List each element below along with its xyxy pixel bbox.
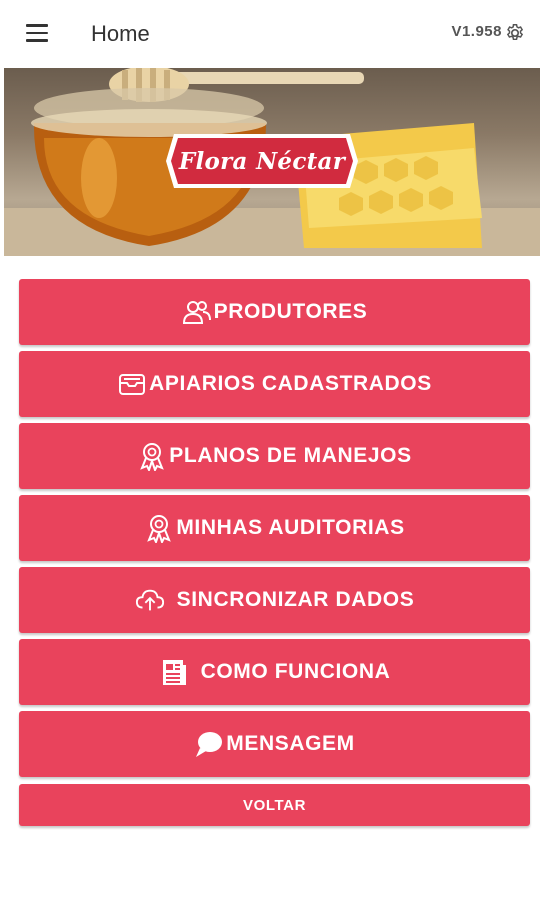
produtores-label: PRODUTORES — [213, 300, 368, 323]
version-label: V1.958 — [451, 23, 502, 40]
apiarios-cadastrados-label: APIARIOS CADASTRADOS — [149, 372, 432, 395]
como-funciona-button[interactable]: COMO FUNCIONA — [19, 639, 530, 705]
como-funciona-label: COMO FUNCIONA — [200, 660, 391, 683]
produtores-button[interactable]: PRODUTORES — [19, 279, 530, 345]
award-ribbon-icon — [144, 513, 174, 543]
mensagem-label: MENSAGEM — [226, 732, 355, 755]
logo-text: Flora Néctar — [178, 147, 346, 175]
minhas-auditorias-label: MINHAS AUDITORIAS — [176, 516, 405, 539]
planos-de-manejos-button[interactable]: PLANOS DE MANEJOS — [19, 423, 530, 489]
award-ribbon-icon — [137, 441, 167, 471]
people-icon — [182, 297, 212, 327]
chat-bubble-icon — [194, 729, 224, 759]
minhas-auditorias-button[interactable]: MINHAS AUDITORIAS — [19, 495, 530, 561]
voltar-label: VOLTAR — [242, 796, 307, 814]
mensagem-button[interactable]: MENSAGEM — [19, 711, 530, 777]
flora-nectar-logo: Flora Néctar — [164, 130, 360, 192]
document-icon — [159, 657, 189, 687]
honey-banner-image: Flora Néctar — [4, 68, 540, 256]
gear-icon[interactable] — [504, 22, 526, 44]
page-title: Home — [91, 21, 150, 46]
sincronizar-dados-button[interactable]: SINCRONIZAR DADOS — [19, 567, 530, 633]
sincronizar-dados-label: SINCRONIZAR DADOS — [176, 588, 415, 611]
archive-box-icon — [117, 369, 147, 399]
voltar-button[interactable]: VOLTAR — [19, 784, 530, 826]
hamburger-menu-icon[interactable] — [26, 24, 48, 44]
app-bar: Home V1.958 — [0, 0, 540, 68]
planos-de-manejos-label: PLANOS DE MANEJOS — [169, 444, 412, 467]
cloud-upload-icon — [135, 585, 165, 615]
apiarios-cadastrados-button[interactable]: APIARIOS CADASTRADOS — [19, 351, 530, 417]
